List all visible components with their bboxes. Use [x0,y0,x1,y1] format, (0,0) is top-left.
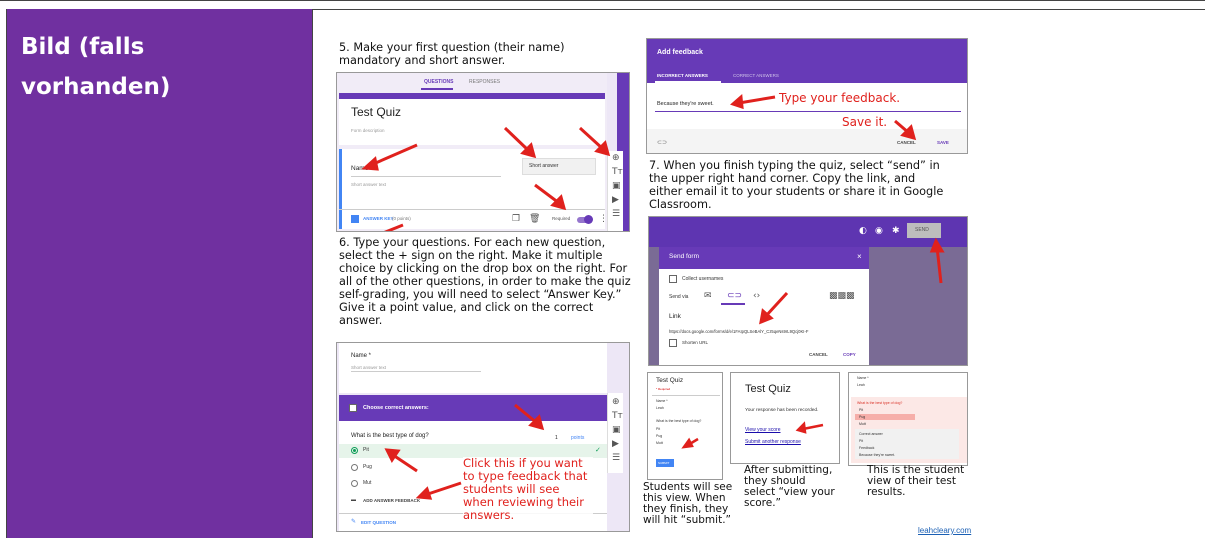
screenshot-response-recorded: Test Quiz Your response has been recorde… [730,372,840,464]
students-view-caption: Students will see this view. When they f… [643,481,733,526]
label-cell: Bild (falls vorhanden) [6,9,313,538]
correct-answer-label: Correct answer [859,432,883,436]
screenshot-form-editor: QUESTIONS RESPONSES Test Quiz Form descr… [336,72,630,232]
red-arrow-overlay-5 [681,437,699,449]
red-arrow-overlay-6 [795,421,824,434]
red-arrows-overlay-3 [730,93,917,141]
feedback-label: Feedback [859,446,875,450]
screenshot-add-feedback: Add feedback INCORRECT ANSWERS CORRECT A… [646,38,968,154]
after-submit-caption: After submitting, they should select “vi… [744,464,835,509]
step7-caption: 7. When you finish typing the quiz, sele… [649,159,944,211]
option-1: Pit [859,408,864,412]
name-label: Name * [857,376,869,380]
credit-link[interactable]: leahcleary.com [918,526,971,535]
image-cell: 5. Make your first question (their name)… [313,9,1205,538]
screenshot-student-results: Name * Leah What is the best type of dog… [848,372,968,466]
correct-answer-value: Pit [859,439,864,443]
question-text: What is the best type of dog? [857,401,903,405]
red-arrows-overlay [361,126,611,231]
step6-caption: 6. Type your questions. For each new que… [339,236,631,327]
document-table: Bild (falls vorhanden) 5. Make your firs… [0,0,1205,538]
option-2: Pug [859,415,866,419]
step5-caption: 5. Make your first question (their name)… [339,41,565,67]
option-3: Mutt [859,422,866,426]
red-arrows-overlay-2 [384,403,545,500]
screenshot-answer-key: Name * Short answer text Choose correct … [336,342,630,532]
cell-label: Bild (falls vorhanden) [21,34,171,100]
feedback-value: Because they're sweet. [859,453,896,457]
student-results-caption: This is the student view of their test r… [867,464,965,498]
name-value: Leah [857,383,865,387]
red-arrows-overlay-4 [759,237,945,325]
screenshot-student-quiz: Test Quiz * Required Name * Leah What is… [647,372,723,480]
screenshot-send-form: ◐ ◉ ✱ SEND Send form × Collect usernames… [648,216,968,366]
